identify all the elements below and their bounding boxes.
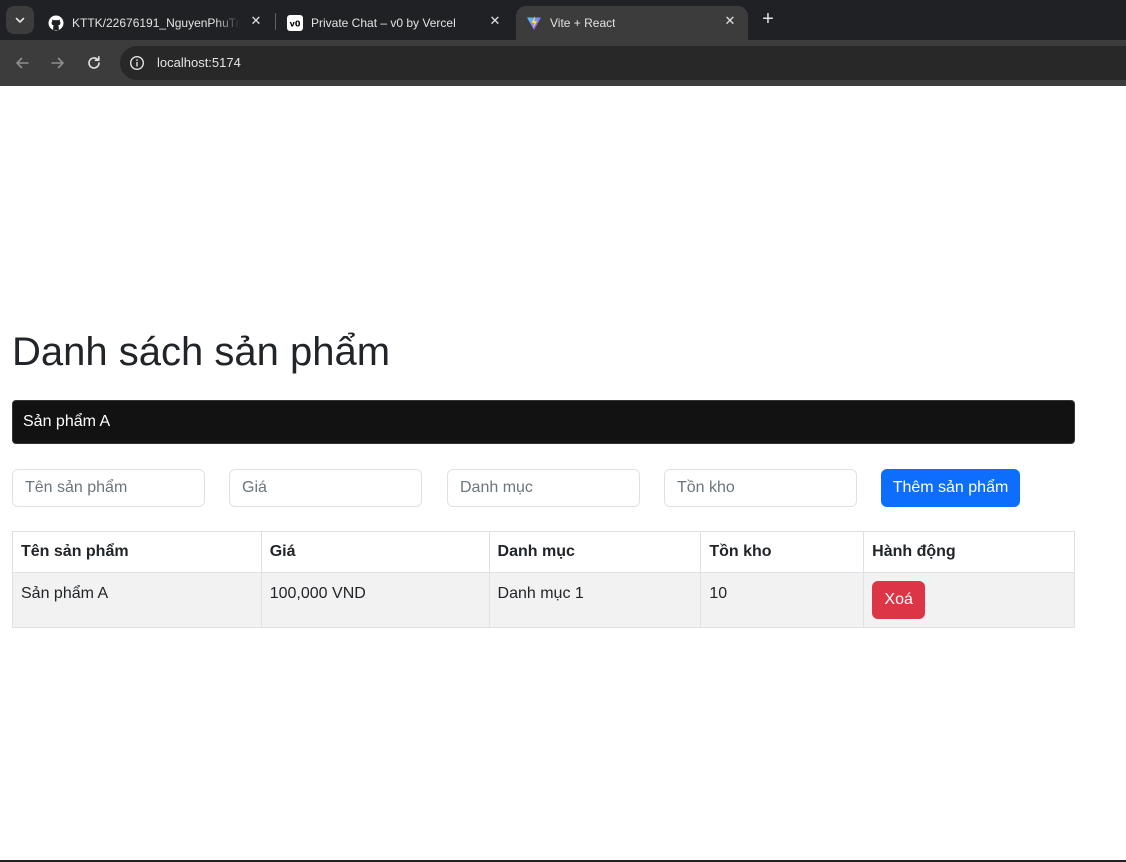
- chevron-down-icon: [15, 17, 25, 23]
- selected-product-banner: Sản phẩm A: [12, 400, 1075, 444]
- tab-title: Private Chat – v0 by Vercel: [311, 16, 456, 30]
- table-header-row: Tên sản phẩm Giá Danh mục Tồn kho Hành đ…: [12, 531, 1075, 573]
- page-title: Danh sách sản phẩm: [12, 330, 391, 374]
- column-header-price: Giá: [260, 531, 490, 573]
- close-tab-icon[interactable]: ✕: [487, 13, 503, 29]
- delete-button[interactable]: Xoá: [872, 581, 926, 619]
- vite-icon: [526, 15, 542, 31]
- cell-category: Danh mục 1: [488, 572, 702, 628]
- cell-actions: Xoá: [863, 572, 1075, 628]
- cell-stock: 10: [700, 572, 865, 628]
- browser-tab-vite[interactable]: Vite + React ✕: [516, 6, 748, 40]
- site-info-icon[interactable]: [128, 54, 146, 72]
- close-tab-icon[interactable]: ✕: [248, 13, 264, 29]
- tab-title: KTTK/22676191_NguyenPhuTrieu: [72, 16, 240, 30]
- cell-product-name: Sản phẩm A: [12, 572, 262, 628]
- new-tab-icon[interactable]: +: [756, 8, 780, 32]
- svg-text:v0: v0: [290, 20, 301, 29]
- url-text: localhost:5174: [157, 55, 241, 70]
- back-arrow-icon[interactable]: [10, 51, 34, 75]
- column-header-category: Danh mục: [488, 531, 702, 573]
- github-icon: [48, 15, 64, 31]
- tab-divider: [275, 13, 276, 30]
- v0-icon: v0: [287, 15, 303, 31]
- address-bar[interactable]: localhost:5174: [120, 46, 1126, 80]
- column-header-actions: Hành động: [863, 531, 1075, 573]
- stock-input[interactable]: [664, 469, 857, 507]
- cell-price: 100,000 VND: [260, 572, 490, 628]
- product-table: Tên sản phẩm Giá Danh mục Tồn kho Hành đ…: [12, 531, 1075, 628]
- table-row: Sản phẩm A 100,000 VND Danh mục 1 10 Xoá: [12, 572, 1075, 628]
- browser-tab-strip: KTTK/22676191_NguyenPhuTrieu ✕ v0 Privat…: [0, 0, 1126, 40]
- browser-tab-v0[interactable]: v0 Private Chat – v0 by Vercel ✕: [277, 6, 513, 40]
- forward-arrow-icon[interactable]: [46, 51, 70, 75]
- tab-title: Vite + React: [550, 16, 616, 30]
- column-header-stock: Tồn kho: [700, 531, 865, 573]
- browser-toolbar: localhost:5174: [0, 40, 1126, 86]
- column-header-name: Tên sản phẩm: [12, 531, 262, 573]
- add-product-button[interactable]: Thêm sản phẩm: [881, 469, 1020, 507]
- page-content: Danh sách sản phẩm Sản phẩm A Thêm sản p…: [0, 86, 1126, 862]
- product-name-input[interactable]: [12, 469, 205, 507]
- tab-search-button[interactable]: [6, 6, 34, 34]
- category-input[interactable]: [447, 469, 640, 507]
- close-tab-icon[interactable]: ✕: [722, 13, 738, 29]
- price-input[interactable]: [229, 469, 422, 507]
- reload-icon[interactable]: [82, 51, 106, 75]
- browser-tab-github[interactable]: KTTK/22676191_NguyenPhuTrieu ✕: [38, 6, 274, 40]
